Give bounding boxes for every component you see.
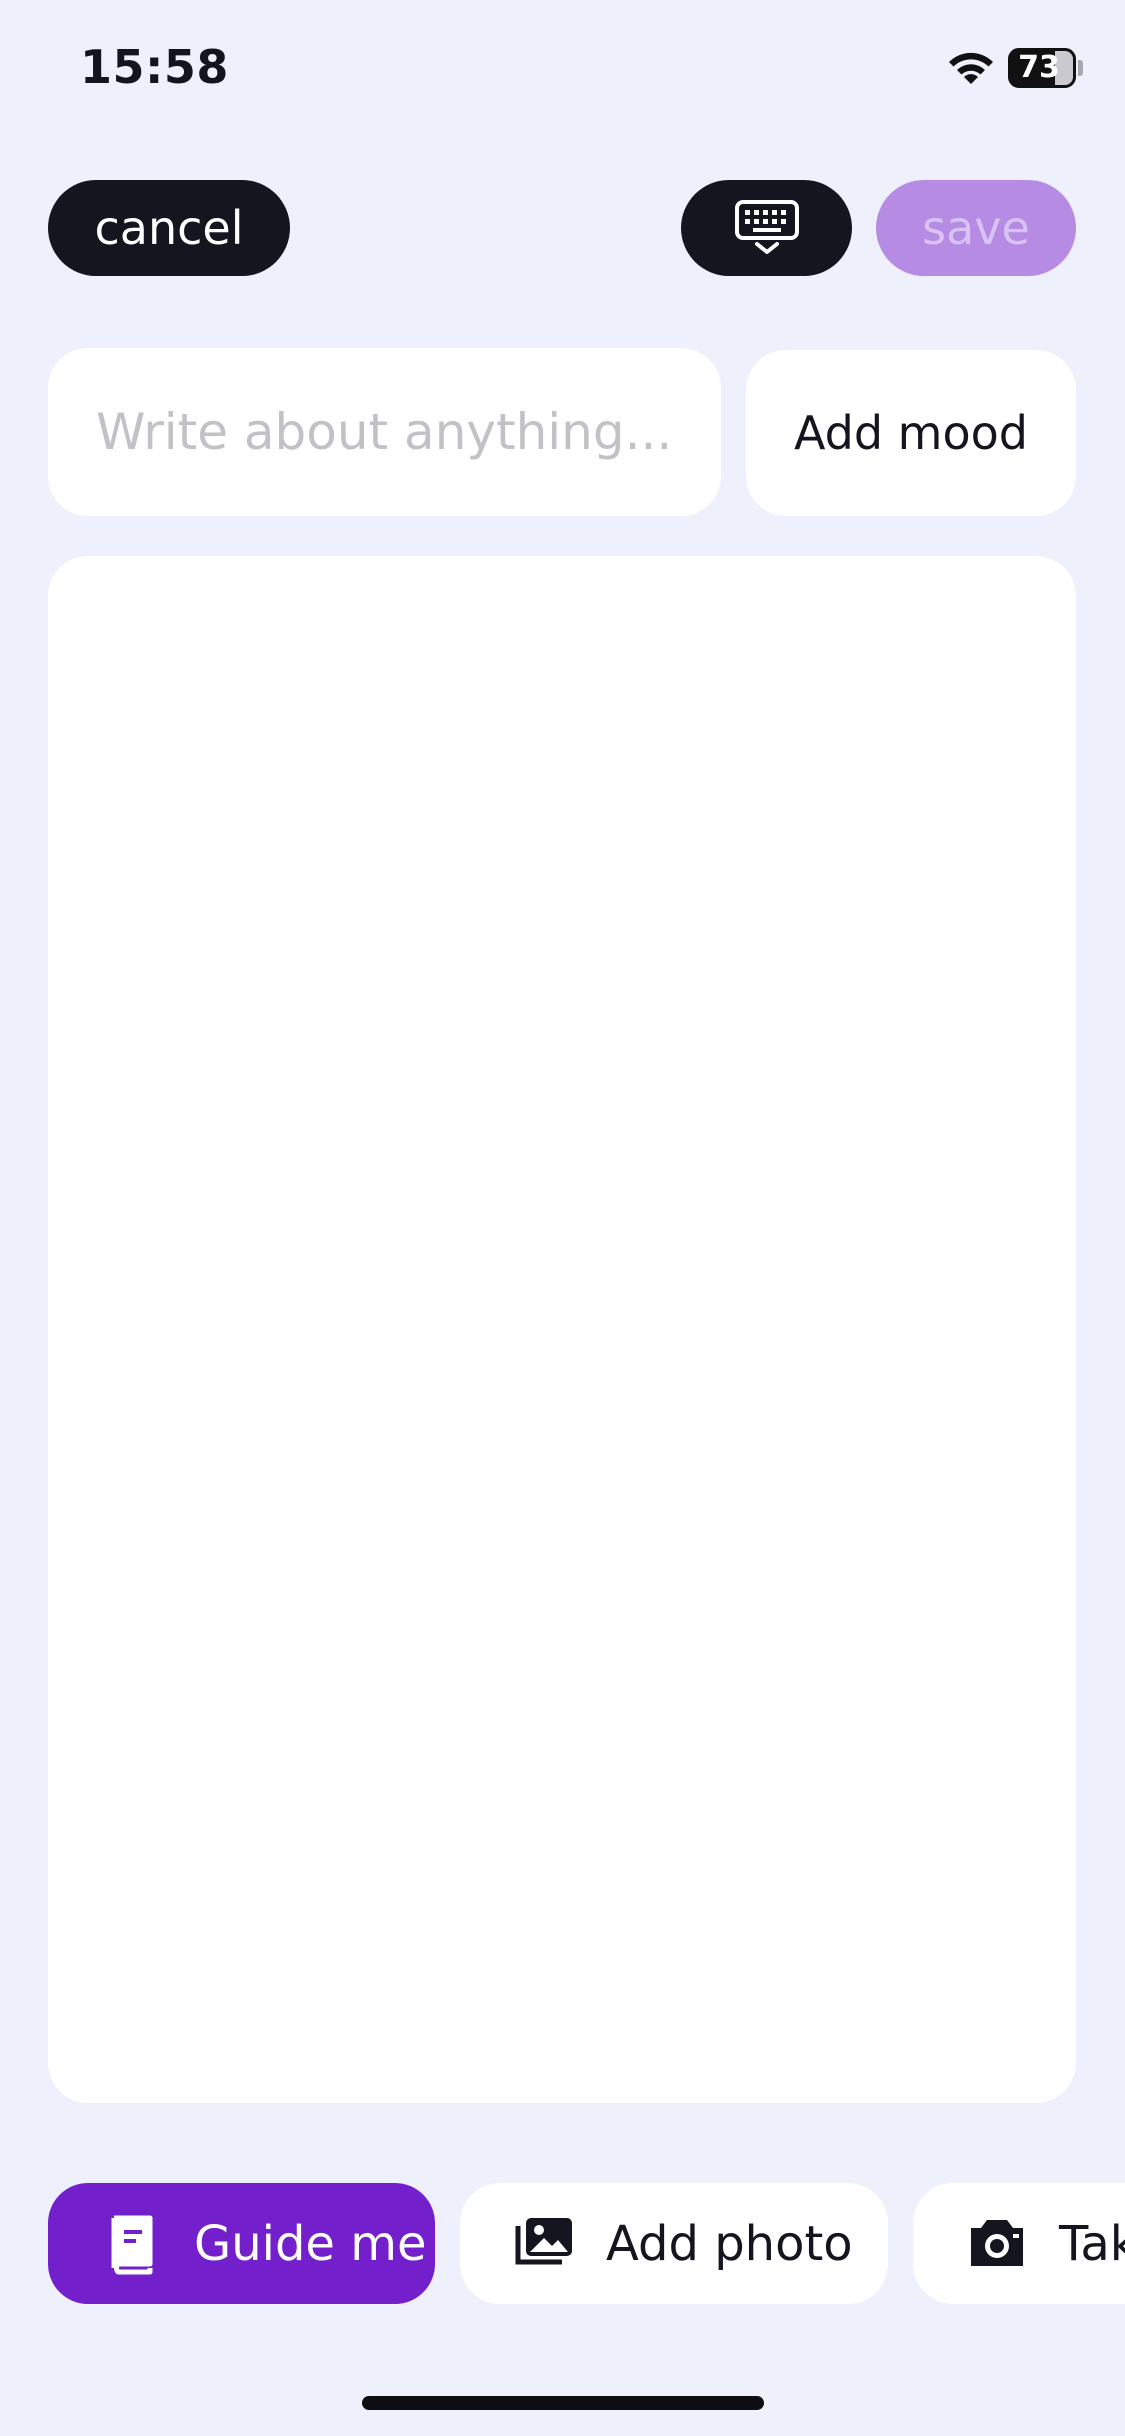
guide-me-button[interactable]: Guide me (48, 2183, 435, 2304)
guide-me-label: Guide me (194, 2215, 427, 2272)
add-mood-button[interactable]: Add mood (746, 350, 1076, 516)
add-photo-button[interactable]: Add photo (460, 2183, 888, 2304)
photo-gallery-icon (515, 2217, 572, 2264)
camera-icon (971, 2219, 1023, 2266)
wifi-icon (949, 52, 993, 84)
entry-body-textarea[interactable] (48, 556, 1076, 2103)
battery-percent: 73 (1018, 50, 1060, 85)
add-photo-label: Add photo (606, 2215, 853, 2272)
bottom-action-bar: Guide me Add photo Take photo (0, 2183, 1125, 2304)
battery-tip (1078, 60, 1083, 76)
status-bar: 15:58 73 (0, 0, 1125, 140)
take-photo-button[interactable]: Take photo (913, 2183, 1125, 2304)
title-placeholder: Write about anything... (96, 403, 673, 461)
keyboard-dismiss-icon (734, 200, 799, 254)
title-input[interactable]: Write about anything... (48, 348, 721, 516)
battery-indicator: 73 (1008, 48, 1076, 88)
save-button[interactable]: save (876, 180, 1076, 276)
home-indicator[interactable] (362, 2396, 764, 2410)
keyboard-dismiss-button[interactable] (681, 180, 852, 276)
book-icon (111, 2215, 153, 2274)
cancel-button[interactable]: cancel (48, 180, 290, 276)
status-time: 15:58 (80, 40, 229, 94)
take-photo-label: Take photo (1059, 2215, 1125, 2272)
